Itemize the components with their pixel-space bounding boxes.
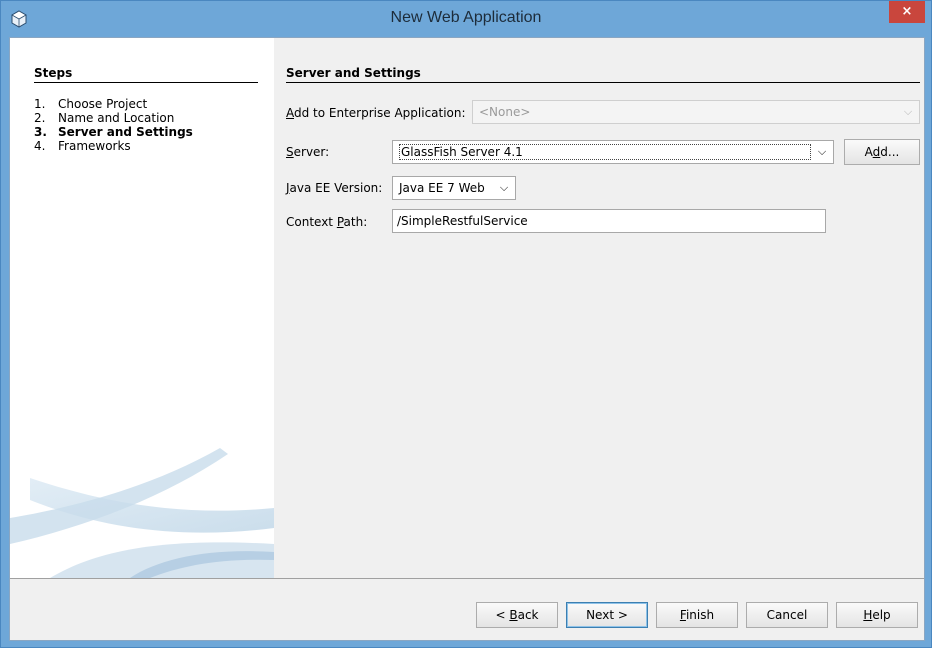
step-number: 2. [34,111,46,125]
step-label: Choose Project [58,97,148,111]
section-heading: Server and Settings [286,66,920,83]
chevron-down-icon: ⌵ [499,181,509,194]
title-bar[interactable]: New Web Application × [1,1,931,37]
close-icon: × [901,4,913,19]
window-title: New Web Application [390,9,542,26]
steps-heading: Steps [34,66,258,83]
dialog-content: Steps 1. Choose Project 2. Name and Locati… [9,37,925,641]
javaee-version-label: Java EE Version: [286,181,383,195]
step-item: 1. Choose Project [34,98,193,112]
enterprise-app-label: Add to Enterprise Application: [286,106,466,120]
enterprise-app-value: <None> [479,105,531,119]
button-bar: < Back Next > Finish Cancel Help [10,578,924,640]
step-label: Server and Settings [58,125,193,139]
cancel-button[interactable]: Cancel [746,602,828,628]
step-number: 1. [34,97,46,111]
help-button[interactable]: Help [836,602,918,628]
close-button[interactable]: × [889,1,925,23]
server-label: Server: [286,145,330,159]
step-item-current: 3. Server and Settings [34,126,193,140]
finish-button[interactable]: Finish [656,602,738,628]
enterprise-app-dropdown[interactable]: <None> ⌵ [472,100,920,124]
back-button[interactable]: < Back [476,602,558,628]
step-item: 4. Frameworks [34,140,193,154]
context-path-label: Context Path: [286,215,368,229]
steps-panel: Steps 1. Choose Project 2. Name and Locati… [10,38,274,578]
server-settings-panel: Server and Settings Add to Enterprise Ap… [274,38,926,578]
chevron-down-icon: ⌵ [817,145,827,158]
step-label: Name and Location [58,111,175,125]
server-value: GlassFish Server 4.1 [399,144,811,160]
javaee-version-value: Java EE 7 Web [399,181,485,195]
step-number: 3. [34,125,47,139]
next-button[interactable]: Next > [566,602,648,628]
step-item: 2. Name and Location [34,112,193,126]
chevron-down-icon: ⌵ [903,105,913,118]
step-number: 4. [34,139,46,153]
netbeans-watermark-graphic [10,448,274,578]
dialog-window: New Web Application × Steps 1. Choose Pro… [0,0,932,648]
steps-list: 1. Choose Project 2. Name and Location 3. S… [34,98,193,154]
add-server-button[interactable]: Add... [844,139,920,165]
javaee-version-dropdown[interactable]: Java EE 7 Web ⌵ [392,176,516,200]
step-label: Frameworks [58,139,131,153]
context-path-input[interactable]: /SimpleRestfulService [392,209,826,233]
server-dropdown[interactable]: GlassFish Server 4.1 ⌵ [392,140,834,164]
